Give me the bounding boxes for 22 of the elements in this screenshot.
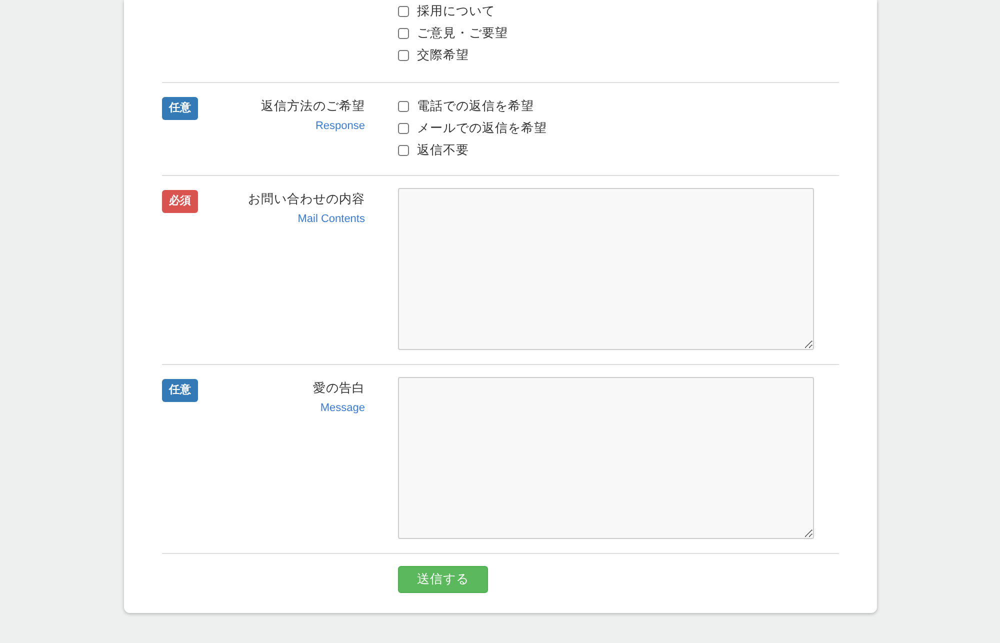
field-label: お問い合わせの内容 — [248, 191, 365, 208]
checkbox-label: ご意見・ご要望 — [417, 24, 508, 42]
checkbox-label: 電話での返信を希望 — [417, 98, 534, 115]
checkbox[interactable] — [398, 122, 409, 134]
checkbox-label: メールでの返信を希望 — [417, 120, 547, 137]
field-label: 愛の告白 — [313, 380, 365, 397]
checkbox[interactable] — [398, 100, 409, 112]
checkbox-label: 採用について — [417, 2, 495, 20]
field-label: 返信方法のご希望 — [261, 98, 365, 115]
submit-button[interactable]: 送信する — [398, 566, 488, 593]
field-sublabel: Response — [315, 119, 365, 134]
checkbox-label: 返信不要 — [417, 142, 469, 159]
field-sublabel: Mail Contents — [298, 212, 365, 227]
checkbox-label: 交際希望 — [417, 46, 469, 64]
checkbox[interactable] — [398, 50, 409, 60]
checkbox[interactable] — [398, 144, 409, 156]
optional-badge: 任意 — [162, 97, 198, 120]
required-badge: 必須 — [162, 190, 198, 213]
optional-badge: 任意 — [162, 379, 198, 402]
checkbox[interactable] — [398, 6, 409, 16]
field-sublabel: Message — [320, 401, 365, 416]
checkbox[interactable] — [398, 28, 409, 38]
